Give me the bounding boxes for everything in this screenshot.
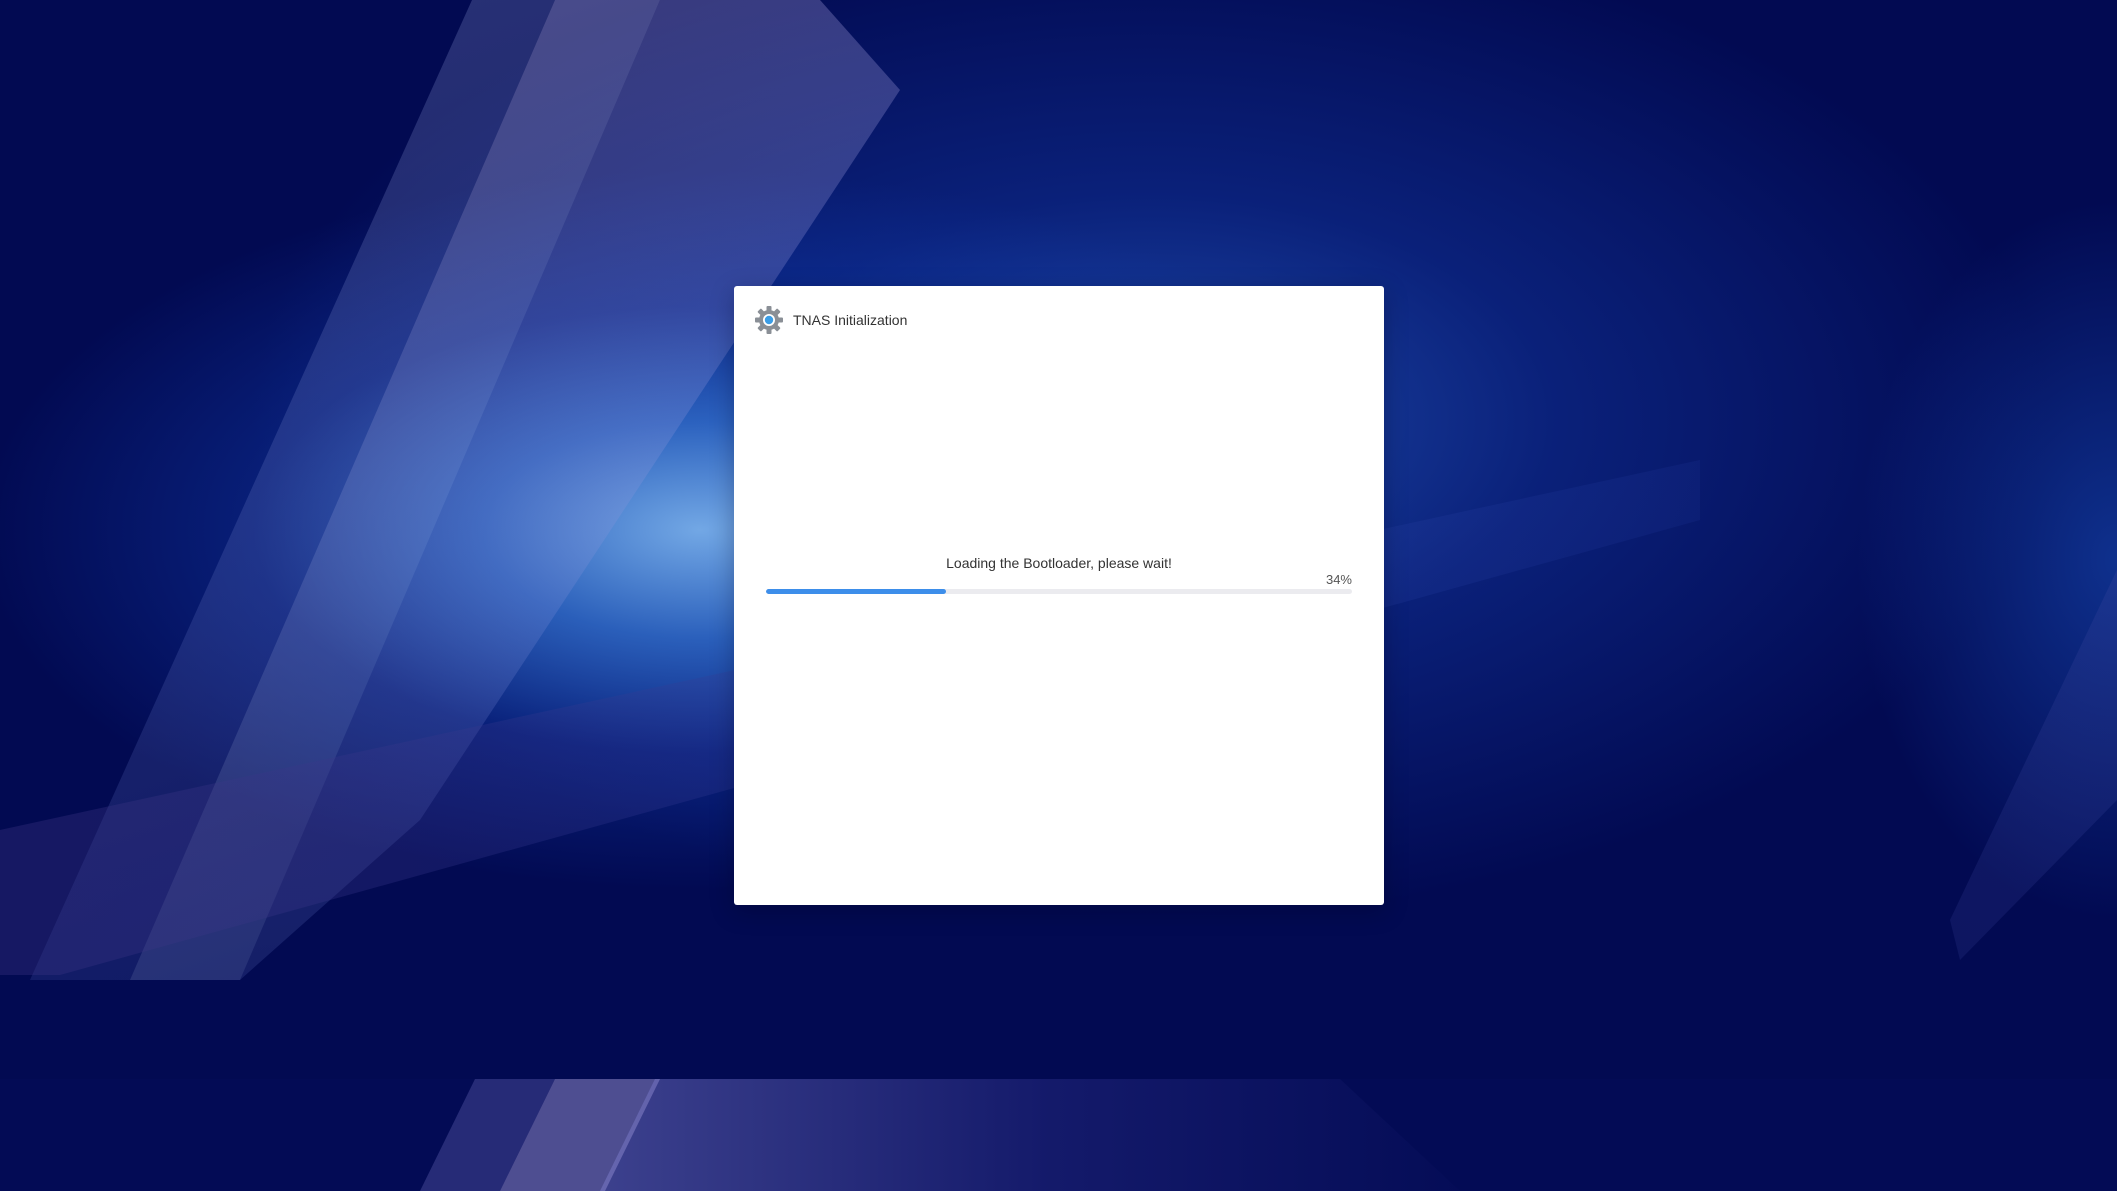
dialog-header: TNAS Initialization	[754, 304, 907, 336]
initialization-dialog: TNAS Initialization Loading the Bootload…	[734, 286, 1384, 905]
progress-bar-fill	[766, 589, 946, 594]
progress-bar	[766, 589, 1352, 594]
progress-message: Loading the Bootloader, please wait!	[946, 555, 1172, 571]
background-stripe	[600, 1079, 1460, 1191]
gear-icon	[754, 305, 784, 335]
background-bottom-band	[0, 1079, 2117, 1191]
dialog-title: TNAS Initialization	[793, 312, 908, 328]
progress-percent: 34%	[1325, 572, 1352, 587]
progress-section: Loading the Bootloader, please wait! 34%	[766, 554, 1352, 594]
desktop-background: TNAS Initialization Loading the Bootload…	[0, 0, 2117, 1191]
